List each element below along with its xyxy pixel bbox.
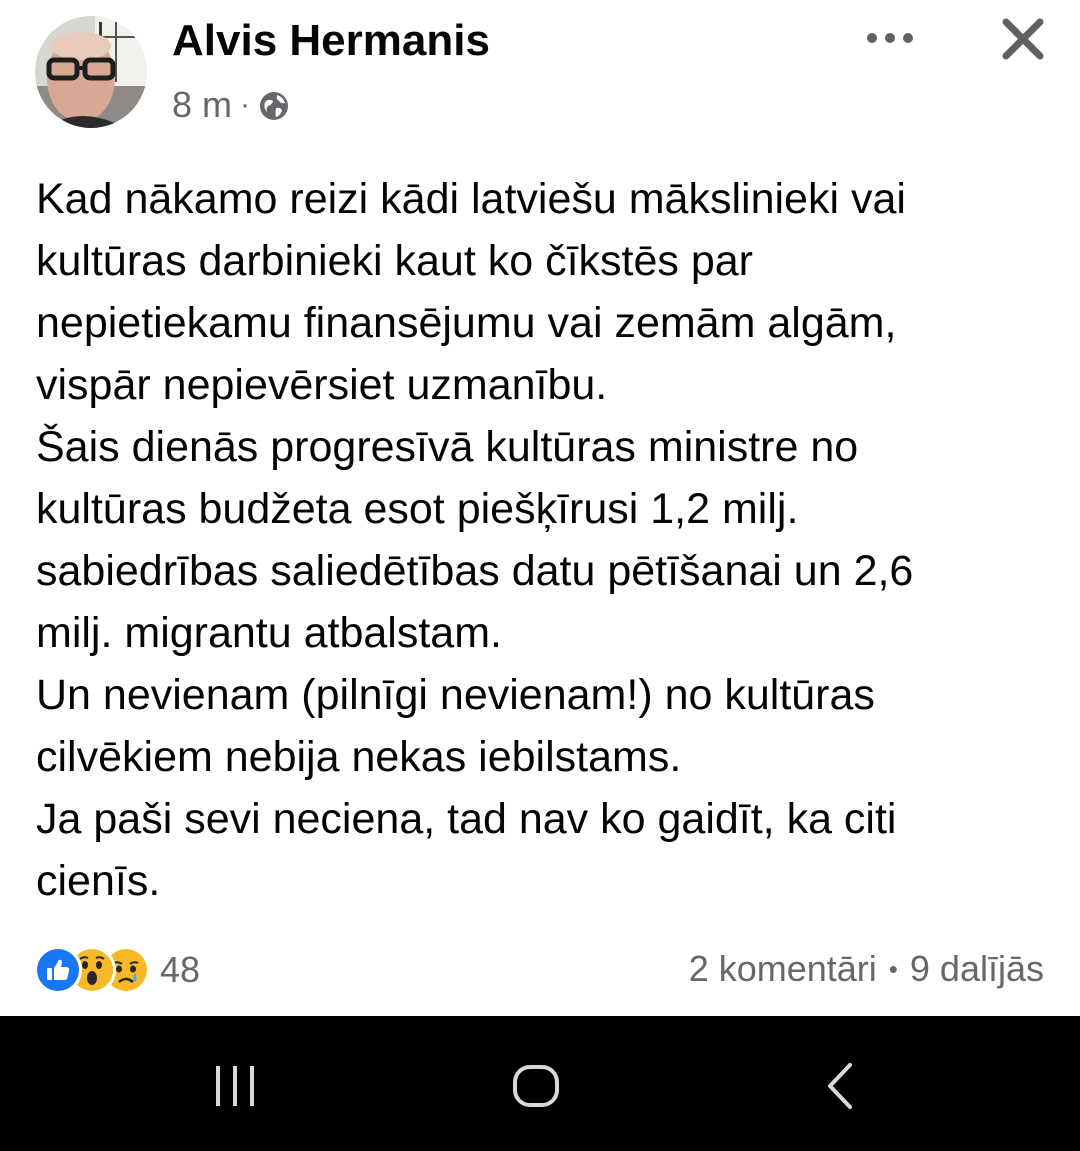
post-meta: 8 m · — [172, 84, 290, 126]
close-icon — [1002, 18, 1044, 60]
post-text-line: vispār nepievērsiet uzmanību. — [36, 361, 608, 409]
reactions-summary[interactable]: 48 — [34, 944, 200, 996]
post-text-line: Ja paši sevi neciena, tad nav ko gaidīt,… — [36, 795, 897, 843]
more-horizontal-icon — [867, 33, 913, 43]
home-button[interactable] — [486, 1046, 586, 1126]
post-text-line: Un nevienam (pilnīgi nevienam!) no kultū… — [36, 671, 875, 719]
author-avatar[interactable] — [35, 16, 147, 128]
post-header: Alvis Hermanis 8 m · — [0, 0, 1080, 140]
like-icon — [34, 946, 82, 994]
author-name[interactable]: Alvis Hermanis — [172, 16, 490, 66]
post-text-line: cienīs. — [36, 857, 161, 905]
shares-count-link[interactable]: 9 dalījās — [910, 948, 1044, 990]
post-text-line: nepietiekamu finansējumu vai zemām algām… — [36, 299, 897, 347]
post-text-line: kultūras budžeta esot piešķīrusi 1,2 mil… — [36, 485, 799, 533]
post-body: Kad nākamo reizi kādi latviešu mākslinie… — [36, 168, 1056, 912]
home-icon — [513, 1065, 559, 1107]
engagement-summary: 2 komentāri • 9 dalījās — [689, 948, 1044, 990]
post-text-line: Kad nākamo reizi kādi latviešu mākslinie… — [36, 175, 906, 223]
post-text-line: cilvēkiem nebija nekas iebilstams. — [36, 733, 682, 781]
back-button[interactable] — [790, 1046, 890, 1126]
close-button[interactable] — [992, 8, 1054, 70]
post-text-line: milj. migrantu atbalstam. — [36, 609, 502, 657]
engagement-separator: • — [888, 953, 898, 984]
globe-icon — [258, 89, 290, 121]
system-navigation-bar — [0, 1016, 1080, 1151]
recent-apps-icon — [216, 1066, 254, 1106]
recent-apps-button[interactable] — [185, 1046, 285, 1126]
meta-separator: · — [240, 88, 251, 121]
more-options-button[interactable] — [858, 18, 922, 58]
reaction-count: 48 — [160, 949, 201, 990]
post-text-line: Šais dienās progresīvā kultūras ministre… — [36, 423, 859, 471]
post-text-line: sabiedrības saliedētības datu pētīšanai … — [36, 547, 914, 595]
post-text-line: kultūras darbinieki kaut ko čīkstēs par — [36, 237, 753, 285]
post-timestamp[interactable]: 8 m — [172, 84, 232, 126]
comments-count-link[interactable]: 2 komentāri — [689, 948, 877, 990]
back-icon — [828, 1063, 852, 1109]
